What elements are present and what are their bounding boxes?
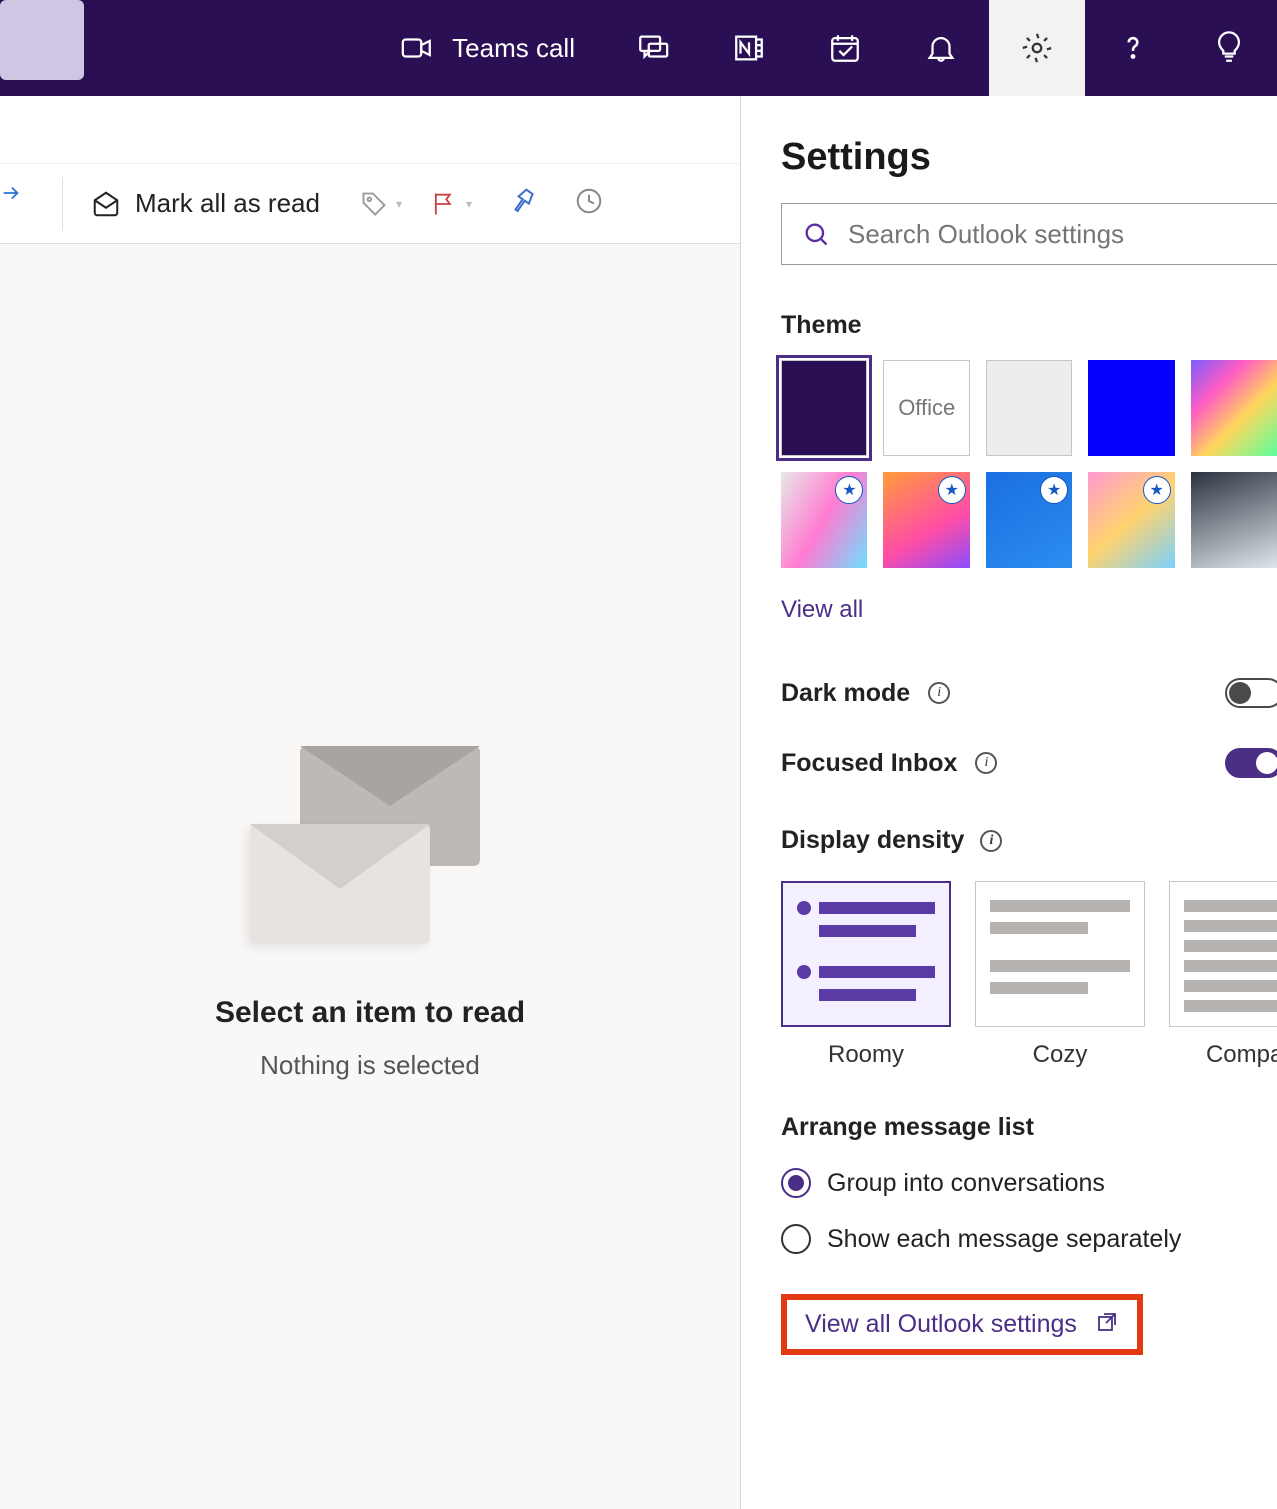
star-badge-icon: ★	[1143, 476, 1171, 504]
settings-panel: Settings Theme Office ★ ★ ★ ★ View all D…	[740, 96, 1277, 1509]
view-all-outlook-label: View all Outlook settings	[805, 1310, 1077, 1339]
theme-section-label: Theme	[781, 311, 1277, 340]
reading-pane-empty: Select an item to read Nothing is select…	[0, 246, 740, 1081]
info-icon[interactable]: i	[928, 682, 950, 704]
star-badge-icon: ★	[835, 476, 863, 504]
arrange-section-label: Arrange message list	[781, 1113, 1277, 1142]
empty-state-icon	[250, 746, 490, 956]
themes-view-all-link[interactable]: View all	[781, 596, 1277, 624]
density-roomy[interactable]: Roomy	[781, 881, 951, 1069]
theme-purple[interactable]	[781, 360, 867, 456]
flag-dropdown[interactable]: ▾	[430, 190, 472, 218]
theme-light[interactable]	[986, 360, 1072, 456]
mark-all-read-label: Mark all as read	[135, 188, 320, 219]
star-badge-icon: ★	[938, 476, 966, 504]
density-section-label: Display density i	[781, 826, 1277, 855]
theme-premium-3[interactable]: ★	[986, 472, 1072, 568]
focused-inbox-label: Focused Inbox	[781, 749, 957, 778]
search-icon	[802, 220, 830, 248]
view-all-outlook-settings-link[interactable]: View all Outlook settings	[781, 1294, 1143, 1355]
snooze-button[interactable]	[574, 186, 604, 221]
chevron-down-icon: ▾	[466, 197, 472, 211]
teams-call-label: Teams call	[452, 33, 575, 64]
theme-premium-2[interactable]: ★	[883, 472, 969, 568]
settings-button[interactable]	[989, 0, 1085, 96]
density-label-text: Display density	[781, 826, 964, 855]
search-pill[interactable]	[0, 0, 84, 80]
star-badge-icon: ★	[1040, 476, 1068, 504]
focused-inbox-toggle[interactable]	[1225, 748, 1277, 778]
arrow-right-icon[interactable]	[0, 182, 22, 204]
theme-premium-5[interactable]	[1191, 472, 1277, 568]
pin-button[interactable]	[508, 186, 538, 221]
flag-icon	[430, 190, 458, 218]
notifications-button[interactable]	[893, 0, 989, 96]
info-icon[interactable]: i	[975, 752, 997, 774]
empty-state-subtitle: Nothing is selected	[0, 1050, 740, 1081]
arrange-group-option[interactable]: Group into conversations	[781, 1168, 1277, 1198]
theme-office-label: Office	[898, 395, 955, 421]
teams-call-button[interactable]: Teams call	[370, 0, 605, 96]
settings-search[interactable]	[781, 203, 1277, 265]
app-top-bar: Teams call	[0, 0, 1277, 96]
video-icon	[400, 31, 434, 65]
settings-title: Settings	[781, 136, 1277, 179]
theme-row-2: ★ ★ ★ ★	[781, 472, 1277, 568]
radio-icon	[781, 1224, 811, 1254]
chevron-down-icon: ▾	[396, 197, 402, 211]
onenote-button[interactable]	[701, 0, 797, 96]
focused-inbox-row: Focused Inbox i	[781, 748, 1277, 778]
open-new-window-icon	[1095, 1310, 1119, 1339]
theme-row-1: Office	[781, 360, 1277, 456]
radio-icon	[781, 1168, 811, 1198]
calendar-check-icon	[828, 31, 862, 65]
theme-premium-4[interactable]: ★	[1088, 472, 1174, 568]
theme-office[interactable]: Office	[883, 360, 969, 456]
density-options: Roomy Cozy Compact	[781, 881, 1277, 1069]
lightbulb-icon	[1212, 31, 1246, 65]
density-compact-label: Compact	[1169, 1041, 1277, 1069]
pin-icon	[508, 186, 538, 216]
settings-search-input[interactable]	[848, 219, 1277, 250]
chat-button[interactable]	[605, 0, 701, 96]
arrange-separate-option[interactable]: Show each message separately	[781, 1224, 1277, 1254]
todo-button[interactable]	[797, 0, 893, 96]
clock-icon	[574, 186, 604, 216]
help-icon	[1116, 31, 1150, 65]
arrange-group-label: Group into conversations	[827, 1169, 1105, 1198]
density-cozy[interactable]: Cozy	[975, 881, 1145, 1069]
dark-mode-row: Dark mode i	[781, 678, 1277, 708]
envelope-open-icon	[91, 189, 121, 219]
gear-icon	[1020, 31, 1054, 65]
theme-blue[interactable]	[1088, 360, 1174, 456]
theme-premium-1[interactable]: ★	[781, 472, 867, 568]
help-button[interactable]	[1085, 0, 1181, 96]
empty-state-title: Select an item to read	[0, 996, 740, 1030]
tag-dropdown[interactable]: ▾	[360, 190, 402, 218]
mark-all-read-button[interactable]: Mark all as read	[79, 188, 332, 219]
tag-icon	[360, 190, 388, 218]
density-compact[interactable]: Compact	[1169, 881, 1277, 1069]
onenote-icon	[732, 31, 766, 65]
arrange-separate-label: Show each message separately	[827, 1225, 1181, 1254]
chat-icon	[636, 31, 670, 65]
dark-mode-toggle[interactable]	[1225, 678, 1277, 708]
bell-icon	[924, 31, 958, 65]
density-roomy-label: Roomy	[781, 1041, 951, 1069]
tips-button[interactable]	[1181, 0, 1277, 96]
info-icon[interactable]: i	[980, 830, 1002, 852]
theme-rainbow[interactable]	[1191, 360, 1277, 456]
dark-mode-label: Dark mode	[781, 679, 910, 708]
density-cozy-label: Cozy	[975, 1041, 1145, 1069]
